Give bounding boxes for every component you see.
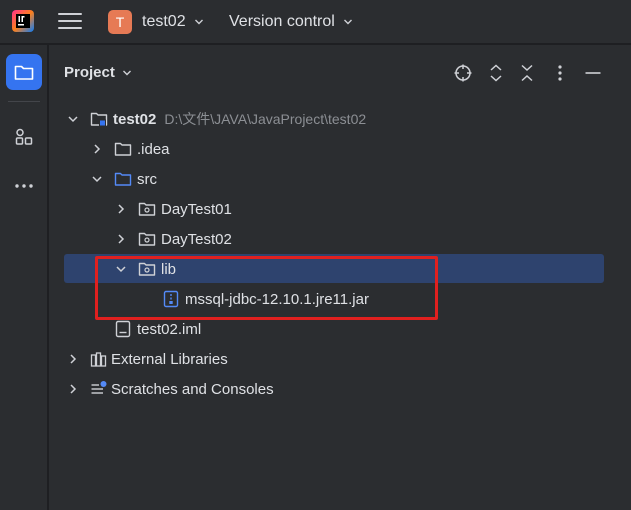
hide-panel-button[interactable] <box>582 62 604 84</box>
panel-header: Project <box>49 45 631 101</box>
project-name: test02 <box>142 13 186 30</box>
chevron-down-icon <box>343 19 352 25</box>
project-panel: Project test02 D:\文件\JAVA\JavaProject\te… <box>49 45 631 510</box>
chevron-down-icon[interactable] <box>89 171 105 187</box>
tree-node-label: test02 <box>113 110 157 128</box>
main-menu-button[interactable] <box>58 10 82 32</box>
structure-icon <box>15 128 33 145</box>
tree-node-label: DayTest02 <box>161 230 232 248</box>
chevron-right-icon[interactable] <box>89 141 105 157</box>
chevron-right-icon[interactable] <box>65 351 81 367</box>
title-bar: T test02 Version control <box>0 0 631 44</box>
tree-node-label: src <box>137 170 157 188</box>
options-button[interactable] <box>549 62 571 84</box>
intellij-logo-icon[interactable] <box>12 10 34 32</box>
tree-node-label: test02.iml <box>137 320 202 338</box>
version-control-label: Version control <box>229 13 335 30</box>
project-path: D:\文件\JAVA\JavaProject\test02 <box>164 111 367 127</box>
project-view-selector[interactable]: Project <box>64 64 132 81</box>
project-tool-button[interactable] <box>6 54 42 90</box>
package-icon <box>138 200 156 218</box>
chevron-right-icon[interactable] <box>65 381 81 397</box>
tree-node-label: DayTest01 <box>161 200 232 218</box>
folder-icon <box>114 140 132 158</box>
tree-node-scratches[interactable]: Scratches and Consoles <box>65 375 274 403</box>
hamburger-line-icon <box>58 20 82 22</box>
module-file-icon <box>114 320 132 338</box>
tree-node-external-libraries[interactable]: External Libraries <box>65 345 228 373</box>
more-tools-button[interactable] <box>6 168 42 204</box>
tool-window-strip <box>0 45 48 510</box>
structure-tool-button[interactable] <box>6 119 42 155</box>
more-vertical-icon <box>558 65 562 81</box>
tree-node-daytest02[interactable]: DayTest02 <box>113 225 232 253</box>
hamburger-line-icon <box>58 13 82 15</box>
project-avatar: T <box>108 10 132 34</box>
collapse-all-icon <box>521 64 533 82</box>
chevron-down-icon[interactable] <box>65 111 81 127</box>
chevron-down-icon <box>122 70 131 75</box>
package-icon <box>138 230 156 248</box>
tree-node-label: Scratches and Consoles <box>111 380 274 398</box>
expand-all-button[interactable] <box>485 62 507 84</box>
tree-node-src[interactable]: src <box>89 165 157 193</box>
chevron-right-icon[interactable] <box>113 231 129 247</box>
chevron-down-icon <box>194 19 203 25</box>
tree-node-label: External Libraries <box>111 350 228 368</box>
more-horizontal-icon <box>15 184 33 188</box>
select-opened-file-button[interactable] <box>452 62 474 84</box>
panel-title: Project <box>64 64 115 81</box>
source-folder-icon <box>114 170 132 188</box>
annotation-highlight-box <box>95 256 438 320</box>
locate-icon <box>454 64 472 82</box>
divider <box>8 101 40 102</box>
tree-node-root[interactable]: test02 D:\文件\JAVA\JavaProject\test02 <box>65 105 366 133</box>
minimize-icon <box>585 72 601 74</box>
hamburger-line-icon <box>58 27 82 29</box>
module-folder-icon <box>90 110 108 128</box>
project-switcher[interactable]: T test02 <box>108 9 204 35</box>
chevron-right-icon[interactable] <box>113 201 129 217</box>
scratches-icon <box>90 380 108 398</box>
library-icon <box>90 350 108 368</box>
tree-node-label: .idea <box>137 140 170 158</box>
tree-node-idea[interactable]: .idea <box>89 135 170 163</box>
tree-node-daytest01[interactable]: DayTest01 <box>113 195 232 223</box>
version-control-switcher[interactable]: Version control <box>229 9 353 35</box>
collapse-all-button[interactable] <box>516 62 538 84</box>
expand-all-icon <box>490 64 502 82</box>
folder-icon <box>14 65 34 80</box>
